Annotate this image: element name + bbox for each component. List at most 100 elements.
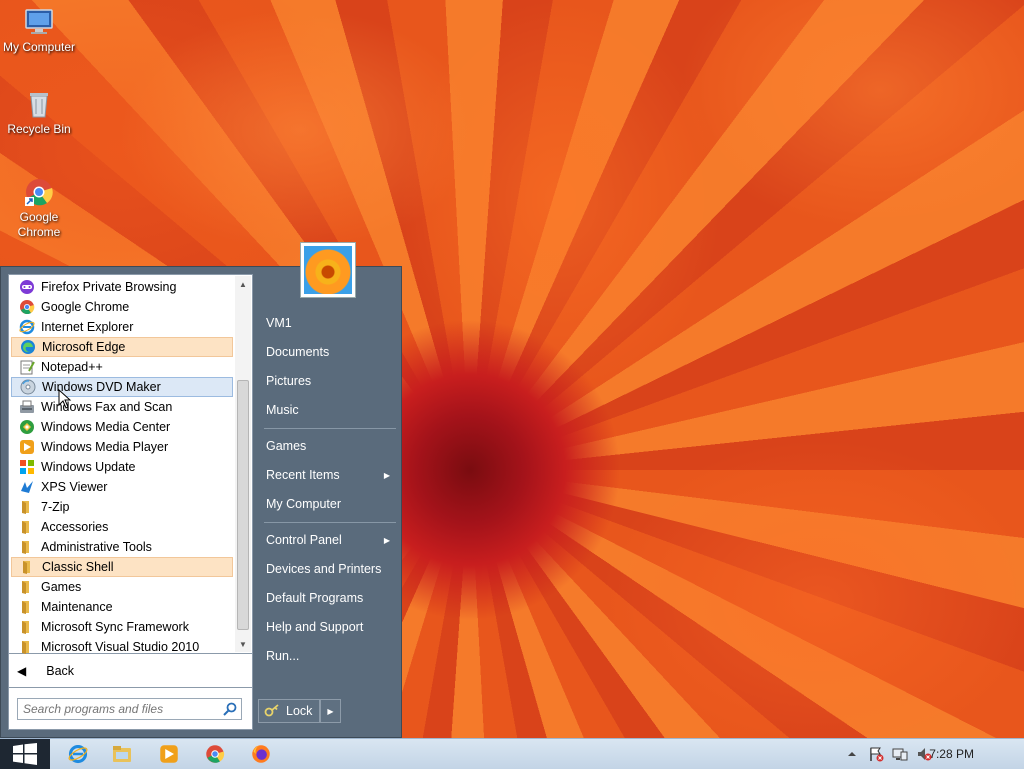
search-icon[interactable]: [222, 701, 238, 717]
desktop-icon-label: Google Chrome: [17, 210, 61, 239]
right-item-label: Games: [266, 439, 307, 453]
scroll-up-arrow-icon[interactable]: ▲: [235, 276, 251, 292]
folder-icon: [22, 581, 29, 594]
submenu-arrow-icon: ▶: [383, 535, 390, 545]
right-item-help-and-support[interactable]: Help and Support: [258, 614, 398, 640]
right-item-pictures[interactable]: Pictures: [258, 368, 398, 394]
right-separator: [264, 522, 396, 523]
search-input[interactable]: [18, 699, 222, 719]
right-item-label: Music: [266, 403, 299, 417]
right-item-control-panel[interactable]: Control Panel ▶: [258, 527, 398, 553]
program-xps-viewer[interactable]: XPS Viewer: [11, 477, 233, 497]
folder-classic-shell[interactable]: Classic Shell: [11, 557, 233, 577]
program-windows-update[interactable]: Windows Update: [11, 457, 233, 477]
program-label: Administrative Tools: [41, 540, 152, 554]
show-hidden-icons-arrow-icon[interactable]: [844, 746, 860, 762]
desktop-icon-recycle-bin[interactable]: Recycle Bin: [0, 88, 78, 137]
folder-maintenance[interactable]: Maintenance: [11, 597, 233, 617]
program-label: Accessories: [41, 520, 109, 534]
right-item-my-computer[interactable]: My Computer: [258, 491, 398, 517]
right-item-label: Recent Items: [266, 468, 340, 482]
firefox-icon: [252, 745, 270, 763]
right-item-label: Documents: [266, 345, 330, 359]
right-item-label: VM1: [266, 316, 292, 330]
dvd-maker-icon: [20, 379, 36, 395]
edge-icon: [21, 340, 35, 354]
program-windows-media-center[interactable]: Windows Media Center: [11, 417, 233, 437]
windows-logo-icon: [13, 743, 37, 765]
right-item-documents[interactable]: Documents: [258, 339, 398, 365]
action-center-flag-icon[interactable]: [868, 746, 884, 762]
folder-administrative-tools[interactable]: Administrative Tools: [11, 537, 233, 557]
program-internet-explorer[interactable]: Internet Explorer: [11, 317, 233, 337]
desktop-icon-my-computer[interactable]: My Computer: [0, 6, 78, 55]
program-label: Google Chrome: [41, 300, 130, 314]
taskbar-ie[interactable]: [64, 742, 92, 766]
lock-label: Lock: [286, 704, 313, 718]
right-item-label: Pictures: [266, 374, 312, 388]
right-item-label: Run...: [266, 649, 300, 663]
explorer-icon: [113, 746, 131, 762]
right-separator: [264, 428, 396, 429]
xps-viewer-icon: [21, 481, 33, 493]
network-icon[interactable]: [892, 746, 908, 762]
program-microsoft-edge[interactable]: Microsoft Edge: [11, 337, 233, 357]
folder-icon: [22, 521, 29, 534]
right-item-recent-items[interactable]: Recent Items ▶: [258, 462, 398, 488]
desktop-icon-label: My Computer: [2, 40, 76, 54]
right-item-label: My Computer: [266, 497, 342, 511]
right-item-label: Devices and Printers: [266, 562, 382, 576]
right-item-vm1[interactable]: VM1: [258, 310, 398, 336]
search-box: [17, 698, 242, 720]
taskbar-explorer[interactable]: [108, 742, 136, 766]
right-item-default-programs[interactable]: Default Programs: [258, 585, 398, 611]
scroll-down-arrow-icon[interactable]: ▼: [235, 636, 251, 652]
program-firefox-private-browsing[interactable]: Firefox Private Browsing: [11, 277, 233, 297]
taskbar-firefox[interactable]: [247, 742, 275, 766]
program-windows-media-player[interactable]: Windows Media Player: [11, 437, 233, 457]
right-item-devices-and-printers[interactable]: Devices and Printers: [258, 556, 398, 582]
program-windows-fax-and-scan[interactable]: Windows Fax and Scan: [11, 397, 233, 417]
programs-list[interactable]: Firefox Private Browsing Google Chrome I…: [8, 274, 253, 654]
start-button[interactable]: [0, 739, 50, 769]
folder-games[interactable]: Games: [11, 577, 233, 597]
desktop-icon-google-chrome[interactable]: Google Chrome: [0, 176, 78, 240]
recycle-bin-icon: [30, 93, 48, 118]
program-label: Microsoft Sync Framework: [41, 620, 189, 634]
scroll-thumb[interactable]: [237, 380, 249, 630]
program-label: Windows Update: [41, 460, 136, 474]
program-label: Windows Media Center: [41, 420, 171, 434]
folder-accessories[interactable]: Accessories: [11, 517, 233, 537]
lock-button[interactable]: Lock: [258, 699, 320, 723]
back-label: Back: [46, 663, 75, 678]
chrome-icon: [206, 745, 225, 763]
back-button[interactable]: ◀ Back: [8, 654, 253, 688]
right-item-games[interactable]: Games: [258, 433, 398, 459]
right-item-music[interactable]: Music: [258, 397, 398, 423]
user-picture: [304, 246, 352, 294]
program-windows-dvd-maker[interactable]: Windows DVD Maker: [11, 377, 233, 397]
clock[interactable]: 7:28 PM: [929, 747, 974, 761]
user-avatar[interactable]: [300, 242, 356, 298]
program-notepad-plus-plus[interactable]: Notepad++: [11, 357, 233, 377]
program-label: XPS Viewer: [41, 480, 108, 494]
program-label: Microsoft Visual Studio 2010: [41, 640, 200, 654]
folder-microsoft-sync-framework[interactable]: Microsoft Sync Framework: [11, 617, 233, 637]
program-label: Games: [41, 580, 82, 594]
taskbar-chrome[interactable]: [201, 742, 229, 766]
program-google-chrome[interactable]: Google Chrome: [11, 297, 233, 317]
right-item-run[interactable]: Run...: [258, 643, 398, 669]
folder-7-zip[interactable]: 7-Zip: [11, 497, 233, 517]
folder-icon: [22, 621, 29, 634]
programs-scrollbar[interactable]: ▲ ▼: [235, 276, 251, 652]
right-item-label: Default Programs: [266, 591, 364, 605]
media-center-icon: [20, 420, 34, 434]
firefox-private-icon: [20, 280, 34, 294]
taskbar-media-player[interactable]: [155, 742, 183, 766]
lock-icon: [264, 704, 279, 717]
program-label: 7-Zip: [41, 500, 70, 514]
program-label: Firefox Private Browsing: [41, 280, 177, 294]
shutdown-options-arrow-icon[interactable]: ▶: [320, 699, 341, 723]
media-player-icon: [20, 440, 34, 454]
desktop-icon-label: Recycle Bin: [7, 122, 71, 136]
